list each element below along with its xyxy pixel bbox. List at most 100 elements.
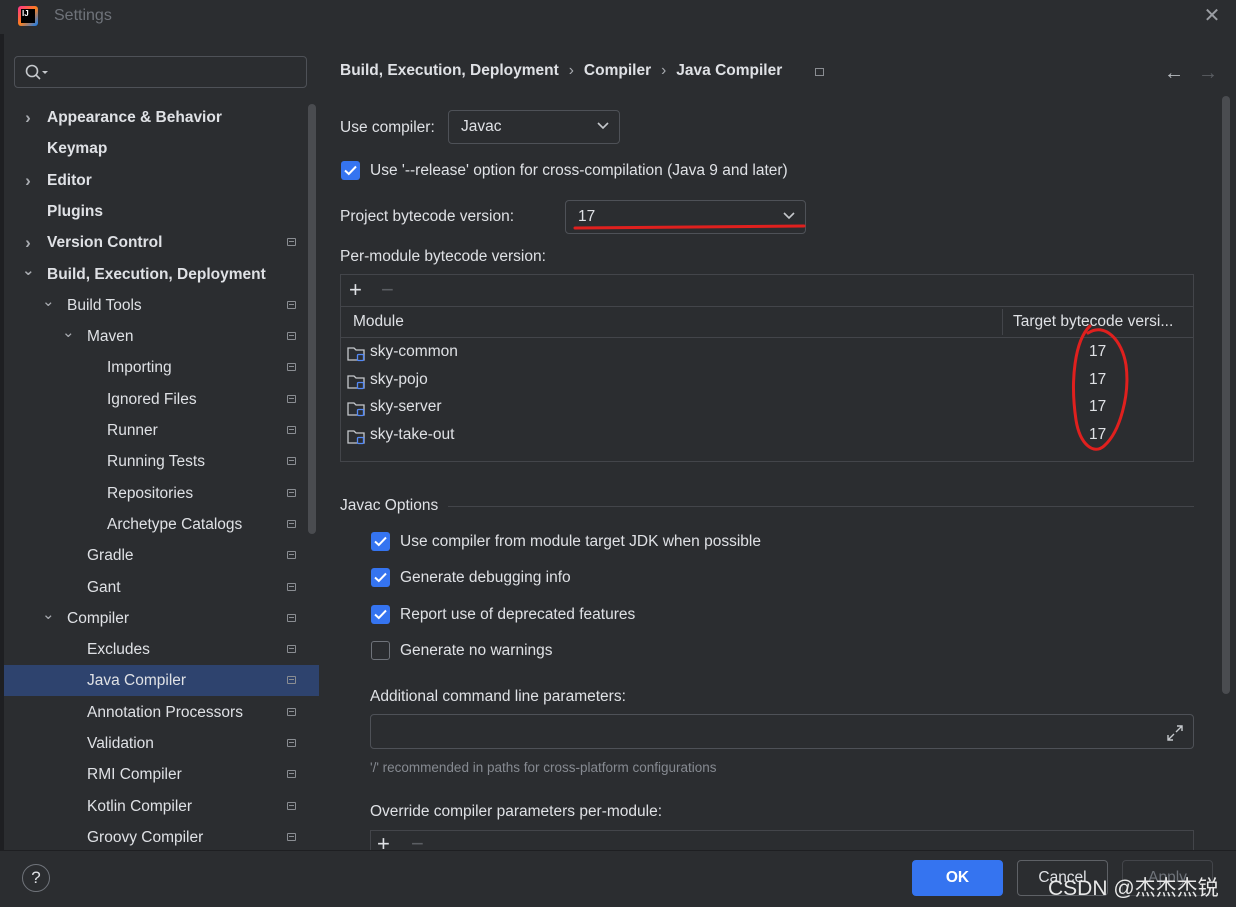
project-scope-icon [287, 739, 296, 747]
module-folder-icon [347, 402, 365, 417]
javac-option-checkbox[interactable] [371, 641, 390, 660]
sidebar-item-archetype-catalogs[interactable]: Archetype Catalogs [4, 509, 319, 540]
project-scope-icon [287, 238, 296, 247]
table-row[interactable]: sky-take-out 17 [341, 422, 1193, 449]
javac-option-label[interactable]: Use compiler from module target JDK when… [400, 533, 761, 551]
sidebar-item-validation[interactable]: Validation [4, 728, 319, 759]
sidebar-item-build-tools[interactable]: ⌄ Build Tools [4, 290, 319, 321]
use-compiler-label: Use compiler: [340, 119, 435, 136]
breadcrumb-item[interactable]: Build, Execution, Deployment [340, 62, 559, 79]
module-name: sky-take-out [370, 425, 455, 443]
sidebar-item-excludes[interactable]: Excludes [4, 634, 319, 665]
sidebar-item-label: Maven [87, 328, 134, 346]
sidebar-item-label: Plugins [47, 202, 103, 220]
sidebar-item-java-compiler[interactable]: Java Compiler [4, 665, 319, 697]
checkmark-icon [374, 536, 387, 547]
close-icon[interactable]: ✕ [1201, 5, 1223, 27]
sidebar-scrollbar[interactable] [308, 104, 316, 534]
table-row[interactable]: sky-pojo 17 [341, 367, 1193, 394]
sidebar-item-appearance-behavior[interactable]: › Appearance & Behavior [4, 102, 319, 133]
per-module-table: + − Module Target bytecode versi... sky-… [340, 274, 1194, 462]
project-scope-icon [287, 613, 296, 622]
sidebar-item-label: Compiler [67, 609, 130, 627]
sidebar-item-importing[interactable]: Importing [4, 352, 319, 383]
sidebar-item-plugins[interactable]: Plugins [4, 196, 319, 227]
help-button[interactable]: ? [22, 864, 50, 892]
sidebar-item-ignored-files[interactable]: Ignored Files [4, 384, 319, 415]
sidebar-item-runner[interactable]: Runner [4, 415, 319, 446]
ok-button[interactable]: OK [912, 860, 1003, 896]
use-compiler-dropdown[interactable]: Javac [448, 110, 620, 144]
project-scope-icon [287, 707, 296, 716]
project-scope-icon [287, 801, 296, 810]
column-header-module[interactable]: Module [353, 313, 404, 331]
remove-icon[interactable]: − [411, 831, 424, 850]
sidebar-item-version-control[interactable]: › Version Control [4, 227, 319, 258]
sidebar-item-label: Build, Execution, Deployment [47, 265, 266, 283]
add-icon[interactable]: + [349, 277, 362, 303]
chevron-right-icon[interactable]: › [22, 165, 34, 196]
checkmark-icon [344, 165, 357, 176]
back-arrow-icon[interactable]: ← [1164, 62, 1184, 85]
chevron-down-icon[interactable]: ⌄ [62, 317, 75, 348]
project-scope-icon [287, 582, 296, 591]
bytecode-version-dropdown[interactable]: 17 [565, 200, 806, 234]
module-name: sky-common [370, 343, 458, 360]
chevron-down-icon[interactable]: ⌄ [22, 255, 35, 286]
sidebar-item-label: RMI Compiler [87, 766, 182, 784]
sidebar-item-label: Java Compiler [87, 672, 187, 690]
chevron-right-icon[interactable]: › [22, 102, 34, 133]
chevron-right-icon: › [568, 62, 574, 79]
module-target-version[interactable]: 17 [1089, 398, 1106, 416]
release-option-checkbox[interactable] [341, 161, 360, 180]
forward-arrow-icon[interactable]: → [1198, 62, 1218, 85]
additional-params-input[interactable] [381, 721, 1155, 743]
expand-icon[interactable] [1166, 724, 1184, 742]
sidebar-item-label: Appearance & Behavior [47, 109, 222, 126]
section-divider [448, 506, 1194, 507]
release-option-label[interactable]: Use '--release' option for cross-compila… [370, 162, 788, 180]
sidebar-item-repositories[interactable]: Repositories [4, 478, 319, 509]
main-scrollbar[interactable] [1222, 96, 1230, 694]
javac-option-checkbox[interactable] [371, 568, 390, 587]
sidebar-item-running-tests[interactable]: Running Tests [4, 446, 319, 477]
override-params-table: + − [370, 830, 1194, 850]
add-icon[interactable]: + [377, 831, 390, 850]
javac-option-label[interactable]: Generate debugging info [400, 569, 571, 587]
title-bar [0, 0, 1236, 34]
module-target-version[interactable]: 17 [1089, 426, 1106, 444]
sidebar-item-kotlin-compiler[interactable]: Kotlin Compiler [4, 791, 319, 822]
javac-option-label[interactable]: Report use of deprecated features [400, 606, 635, 624]
additional-params-label: Additional command line parameters: [370, 688, 626, 705]
sidebar-item-annotation-processors[interactable]: Annotation Processors [4, 697, 319, 728]
chevron-down-icon[interactable]: ⌄ [42, 286, 55, 317]
sidebar-item-gradle[interactable]: Gradle [4, 540, 319, 571]
table-row[interactable]: sky-server 17 [341, 394, 1193, 421]
module-target-version[interactable]: 17 [1089, 343, 1106, 361]
column-header-target[interactable]: Target bytecode versi... [1013, 313, 1173, 331]
column-divider[interactable] [1002, 309, 1003, 335]
sidebar-item-label: Build Tools [67, 296, 142, 314]
sidebar-item-label: Importing [107, 359, 172, 377]
sidebar-item-rmi-compiler[interactable]: RMI Compiler [4, 759, 319, 790]
additional-params-field[interactable] [370, 714, 1194, 749]
breadcrumb-item[interactable]: Compiler [584, 62, 651, 79]
sidebar-item-keymap[interactable]: Keymap [4, 133, 319, 164]
javac-option-checkbox[interactable] [371, 532, 390, 551]
module-target-version[interactable]: 17 [1089, 371, 1106, 389]
remove-icon[interactable]: − [381, 277, 394, 303]
sidebar-item-maven[interactable]: ⌄ Maven [4, 321, 319, 352]
javac-option-checkbox[interactable] [371, 605, 390, 624]
use-compiler-value: Javac [461, 118, 502, 135]
sidebar-item-groovy-compiler[interactable]: Groovy Compiler [4, 822, 319, 853]
sidebar-item-label: Ignored Files [107, 390, 197, 408]
sidebar-item-editor[interactable]: › Editor [4, 165, 319, 196]
bytecode-version-value: 17 [578, 208, 596, 225]
sidebar-item-compiler[interactable]: ⌄ Compiler [4, 603, 319, 634]
sidebar-item-label: Excludes [87, 641, 150, 659]
chevron-down-icon[interactable]: ⌄ [42, 599, 55, 630]
project-scope-icon [287, 300, 296, 309]
javac-option-label[interactable]: Generate no warnings [400, 642, 553, 660]
table-row[interactable]: sky-common 17 [341, 339, 1193, 366]
project-scope-icon [287, 770, 296, 779]
